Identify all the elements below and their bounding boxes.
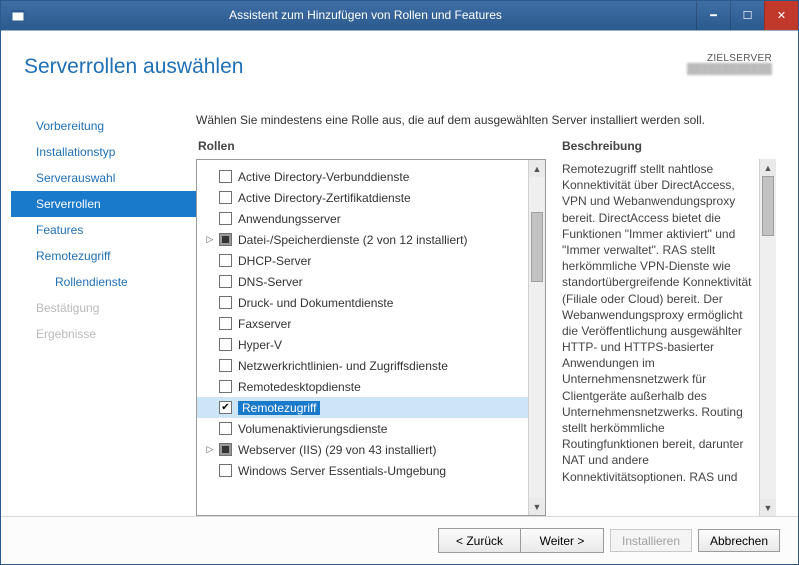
role-checkbox[interactable] [219,233,232,246]
wizard-content: Wählen Sie mindestens eine Rolle aus, di… [196,109,798,516]
role-row[interactable]: Netzwerkrichtlinien- und Zugriffsdienste [197,355,528,376]
titlebar: Assistent zum Hinzufügen von Rollen und … [1,1,798,30]
wizard-body: Serverrollen auswählen ZIELSERVER ██████… [1,30,798,564]
role-label: Datei-/Speicherdienste (2 von 12 install… [238,233,467,247]
window-title: Assistent zum Hinzufügen von Rollen und … [35,1,696,30]
description-scrollbar[interactable]: ▲ ▼ [759,159,776,516]
scroll-thumb[interactable] [531,212,543,282]
role-row[interactable]: Windows Server Essentials-Umgebung [197,460,528,481]
role-row[interactable]: DHCP-Server [197,250,528,271]
role-checkbox[interactable] [219,359,232,372]
target-server-block: ZIELSERVER ████████████ [687,53,772,75]
role-label: Volumenaktivierungsdienste [238,422,387,436]
wizard-header: Serverrollen auswählen ZIELSERVER ██████… [1,31,798,109]
expand-icon[interactable]: ▷ [203,444,217,455]
close-button[interactable]: ✕ [764,1,798,30]
role-row[interactable]: Volumenaktivierungsdienste [197,418,528,439]
nav-item-serverrollen[interactable]: Serverrollen [11,191,196,217]
role-row[interactable]: Druck- und Dokumentdienste [197,292,528,313]
role-row[interactable]: Remotedesktopdienste [197,376,528,397]
role-label: Hyper-V [238,338,282,352]
role-checkbox[interactable] [219,254,232,267]
minimize-button[interactable]: ━ [696,1,730,30]
roles-listbox: Active Directory-Verbunddienste Active Di… [196,159,546,516]
role-label: Active Directory-Zertifikatdienste [238,191,411,205]
scroll-thumb[interactable] [762,176,774,236]
role-row[interactable]: Anwendungsserver [197,208,528,229]
role-checkbox[interactable] [219,422,232,435]
back-button[interactable]: < Zurück [439,529,521,552]
instructions-text: Wählen Sie mindestens eine Rolle aus, di… [196,109,776,139]
nav-item-vorbereitung[interactable]: Vorbereitung [11,113,196,139]
nav-button-group: < Zurück Weiter > [438,528,604,553]
role-label: Anwendungsserver [238,212,341,226]
target-server-value: ████████████ [687,64,772,75]
role-label: Druck- und Dokumentdienste [238,296,393,310]
role-checkbox[interactable] [219,191,232,204]
nav-item-best-tigung: Bestätigung [11,295,196,321]
role-row[interactable]: ▷ Webserver (IIS) (29 von 43 installiert) [197,439,528,460]
content-columns: Rollen Active Directory-VerbunddiensteAc… [196,139,776,516]
nav-item-rollendienste[interactable]: Rollendienste [11,269,196,295]
window-controls: ━ ☐ ✕ [696,1,798,30]
scroll-track[interactable] [529,177,545,498]
roles-list[interactable]: Active Directory-Verbunddienste Active Di… [197,160,528,515]
cancel-button[interactable]: Abbrechen [698,529,780,552]
role-label: Faxserver [238,317,291,331]
install-button: Installieren [610,529,692,552]
scroll-up-icon[interactable]: ▲ [529,160,545,177]
page-title: Serverrollen auswählen [24,55,243,79]
roles-header: Rollen [196,139,546,159]
role-row[interactable]: Active Directory-Zertifikatdienste [197,187,528,208]
scroll-track[interactable] [760,176,776,499]
role-row[interactable]: Remotezugriff [197,397,528,418]
role-checkbox[interactable] [219,464,232,477]
maximize-button[interactable]: ☐ [730,1,764,30]
description-box: Remotezugriff stellt nahtlose Konnektivi… [560,159,776,516]
role-checkbox[interactable] [219,212,232,225]
nav-item-installationstyp[interactable]: Installationstyp [11,139,196,165]
nav-item-remotezugriff[interactable]: Remotezugriff [11,243,196,269]
role-checkbox[interactable] [219,401,232,414]
nav-item-features[interactable]: Features [11,217,196,243]
wizard-window: Assistent zum Hinzufügen von Rollen und … [0,0,799,565]
wizard-nav: VorbereitungInstallationstypServerauswah… [1,109,196,516]
role-label: DHCP-Server [238,254,311,268]
role-checkbox[interactable] [219,170,232,183]
description-header: Beschreibung [560,139,776,159]
role-row[interactable]: ▷ Datei-/Speicherdienste (2 von 12 instal… [197,229,528,250]
role-label: Netzwerkrichtlinien- und Zugriffsdienste [238,359,448,373]
role-label: Windows Server Essentials-Umgebung [238,464,446,478]
role-checkbox[interactable] [219,275,232,288]
roles-scrollbar[interactable]: ▲ ▼ [528,160,545,515]
role-label: Remotedesktopdienste [238,380,361,394]
nav-item-ergebnisse: Ergebnisse [11,321,196,347]
role-label: Active Directory-Verbunddienste [238,170,409,184]
description-column: Beschreibung Remotezugriff stellt nahtlo… [560,139,776,516]
role-checkbox[interactable] [219,380,232,393]
next-button[interactable]: Weiter > [521,529,603,552]
role-row[interactable]: DNS-Server [197,271,528,292]
expand-icon[interactable]: ▷ [203,234,217,245]
description-text: Remotezugriff stellt nahtlose Konnektivi… [560,159,759,516]
app-icon [1,1,35,30]
role-row[interactable]: Active Directory-Verbunddienste [197,166,528,187]
role-row[interactable]: Hyper-V [197,334,528,355]
scroll-down-icon[interactable]: ▼ [529,498,545,515]
scroll-up-icon[interactable]: ▲ [760,159,776,176]
role-label: DNS-Server [238,275,303,289]
target-server-label: ZIELSERVER [687,53,772,64]
role-label: Webserver (IIS) (29 von 43 installiert) [238,443,437,457]
role-checkbox[interactable] [219,338,232,351]
roles-column: Rollen Active Directory-VerbunddiensteAc… [196,139,546,516]
role-label: Remotezugriff [238,401,320,415]
nav-item-serverauswahl[interactable]: Serverauswahl [11,165,196,191]
role-checkbox[interactable] [219,317,232,330]
role-checkbox[interactable] [219,296,232,309]
role-checkbox[interactable] [219,443,232,456]
scroll-down-icon[interactable]: ▼ [760,499,776,516]
wizard-footer: < Zurück Weiter > Installieren Abbrechen [1,516,798,564]
role-row[interactable]: Faxserver [197,313,528,334]
wizard-middle: VorbereitungInstallationstypServerauswah… [1,109,798,516]
